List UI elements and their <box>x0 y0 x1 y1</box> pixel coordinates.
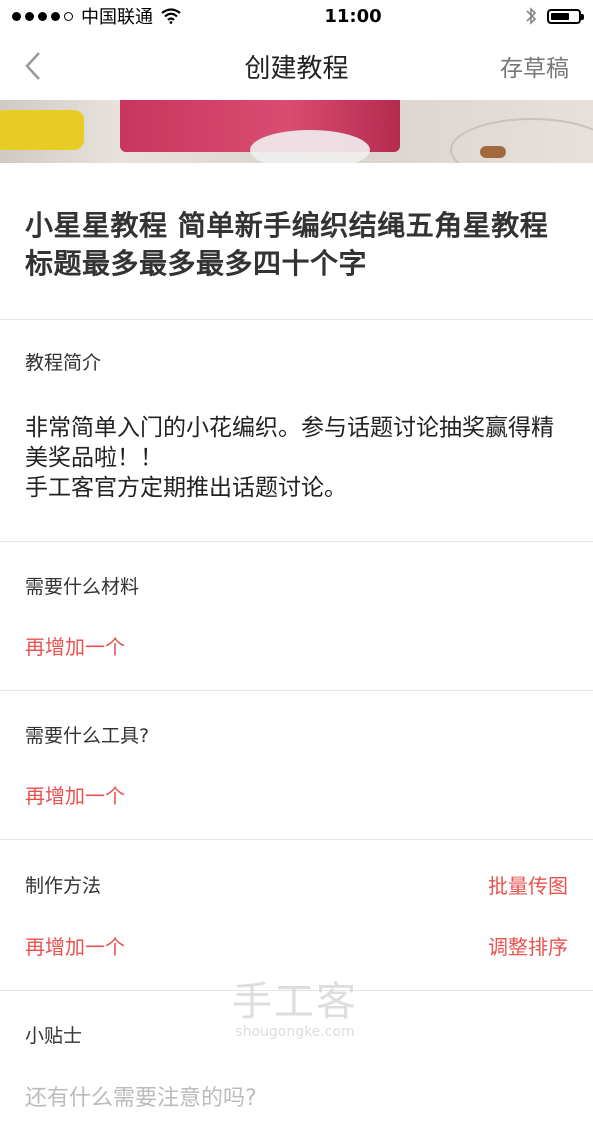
batch-upload-button[interactable]: 批量传图 <box>488 870 568 899</box>
add-material-button[interactable]: 再增加一个 <box>25 631 568 660</box>
wifi-icon <box>161 8 181 24</box>
tools-label: 需要什么工具? <box>25 725 150 747</box>
save-draft-button[interactable]: 存草稿 <box>500 49 569 83</box>
title-section: 小星星教程 简单新手编织结绳五角星教程标题最多最多最多四十个字 <box>0 163 593 320</box>
tutorial-title-field[interactable]: 小星星教程 简单新手编织结绳五角星教程标题最多最多最多四十个字 <box>25 163 568 319</box>
intro-section: 教程简介 非常简单入门的小花编织。参与话题讨论抽奖赢得精美奖品啦！！ 手工客官方… <box>0 320 593 542</box>
chevron-left-icon <box>25 52 40 80</box>
bluetooth-icon <box>526 7 537 25</box>
intro-label: 教程简介 <box>25 352 102 374</box>
method-label: 制作方法 <box>25 875 102 897</box>
tools-section: 需要什么工具? 再增加一个 <box>0 691 593 840</box>
add-step-button[interactable]: 再增加一个 <box>25 931 125 960</box>
method-section: 制作方法 批量传图 再增加一个 调整排序 <box>0 840 593 991</box>
cover-image[interactable] <box>0 100 593 163</box>
status-bar: 中国联通 11:00 <box>0 0 593 32</box>
reorder-button[interactable]: 调整排序 <box>488 931 568 960</box>
status-time: 11:00 <box>324 5 382 27</box>
nav-bar: 创建教程 存草稿 <box>0 32 593 100</box>
materials-section: 需要什么材料 再增加一个 <box>0 542 593 691</box>
carrier-label: 中国联通 <box>81 7 153 28</box>
tips-input[interactable]: 还有什么需要注意的吗? <box>25 1080 568 1112</box>
signal-icon <box>12 11 73 21</box>
materials-label: 需要什么材料 <box>25 576 140 598</box>
battery-icon <box>546 8 584 24</box>
tips-label: 小贴士 <box>25 1025 83 1047</box>
add-tool-button[interactable]: 再增加一个 <box>25 780 568 809</box>
back-button[interactable] <box>24 46 54 86</box>
intro-text-field[interactable]: 非常简单入门的小花编织。参与话题讨论抽奖赢得精美奖品啦！！ 手工客官方定期推出话… <box>25 413 568 503</box>
tips-section: 小贴士 还有什么需要注意的吗? <box>0 991 593 1142</box>
